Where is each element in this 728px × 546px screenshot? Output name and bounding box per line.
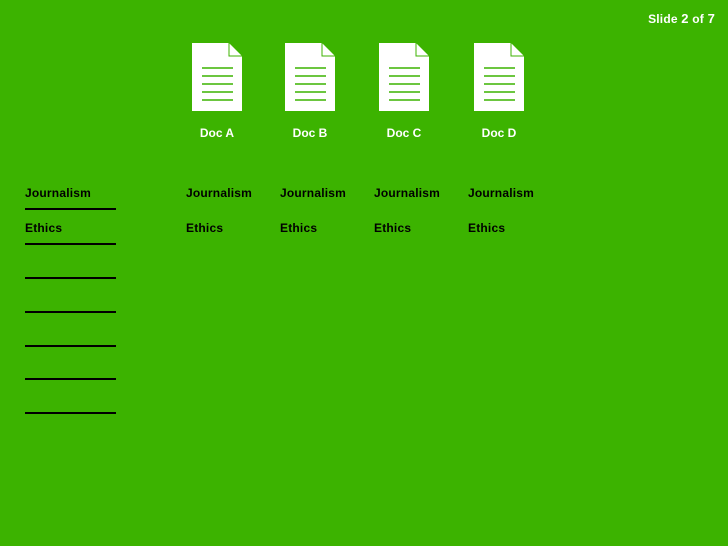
slide-counter-prefix: Slide <box>648 12 678 26</box>
answer-blank-line[interactable] <box>25 345 116 347</box>
doc-a-term-ethics[interactable]: Ethics <box>186 221 223 235</box>
document-icon <box>192 43 242 111</box>
document-a[interactable]: Doc A <box>187 43 247 140</box>
doc-b-term-ethics[interactable]: Ethics <box>280 221 317 235</box>
answer-blank-line[interactable] <box>25 208 116 210</box>
doc-d-term-journalism[interactable]: Journalism <box>468 186 534 200</box>
slide-counter: Slide 2 of 7 <box>648 11 715 26</box>
answer-blank-line[interactable] <box>25 311 116 313</box>
doc-d-term-ethics[interactable]: Ethics <box>468 221 505 235</box>
slide-total: 7 <box>707 11 715 26</box>
document-b[interactable]: Doc B <box>280 43 340 140</box>
slide-current: 2 <box>681 11 689 26</box>
doc-label: Doc B <box>292 126 328 140</box>
doc-c-term-journalism[interactable]: Journalism <box>374 186 440 200</box>
document-c[interactable]: Doc C <box>374 43 434 140</box>
answer-item-ethics[interactable]: Ethics <box>25 221 62 235</box>
document-icon <box>474 43 524 111</box>
doc-label: Doc C <box>386 126 422 140</box>
answer-blank-line[interactable] <box>25 277 116 279</box>
document-icon <box>285 43 335 111</box>
answer-blank-line[interactable] <box>25 378 116 380</box>
answer-item-journalism[interactable]: Journalism <box>25 186 91 200</box>
document-d[interactable]: Doc D <box>469 43 529 140</box>
doc-c-term-ethics[interactable]: Ethics <box>374 221 411 235</box>
doc-a-term-journalism[interactable]: Journalism <box>186 186 252 200</box>
doc-label: Doc D <box>481 126 517 140</box>
answer-blank-line[interactable] <box>25 412 116 414</box>
document-icon <box>379 43 429 111</box>
answer-blank-line[interactable] <box>25 243 116 245</box>
slide-counter-of: of <box>692 12 705 26</box>
doc-b-term-journalism[interactable]: Journalism <box>280 186 346 200</box>
doc-label: Doc A <box>199 126 235 140</box>
